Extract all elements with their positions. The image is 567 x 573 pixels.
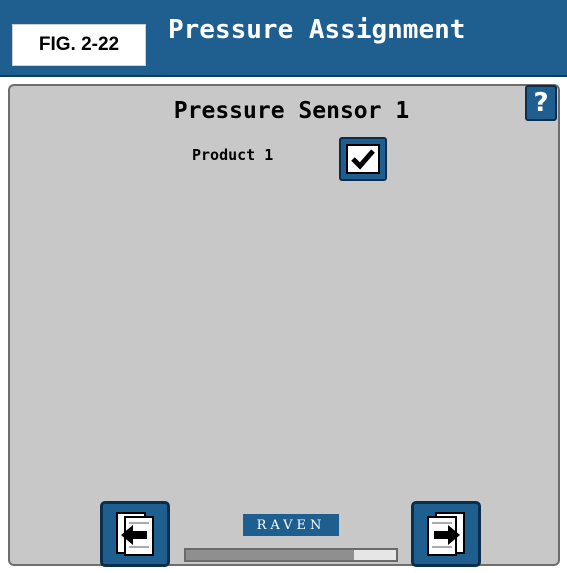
progress-bar [184,548,398,562]
product-label: Product 1 [192,146,274,164]
progress-fill [186,550,354,560]
figure-label: FIG. 2-22 [12,24,146,66]
content-panel [8,84,560,566]
sensor-title: Pressure Sensor 1 [173,98,410,124]
page-title: Pressure Assignment [168,15,466,45]
screen: Pressure Assignment FIG. 2-22 ? Pressure… [0,0,567,573]
page-back-icon [116,512,154,556]
next-button[interactable] [411,501,481,567]
checkbox-box [346,144,380,174]
product-checkbox[interactable] [339,137,387,181]
page-next-icon [427,512,465,556]
back-button[interactable] [100,501,170,567]
checkmark-icon [351,149,375,170]
brand-logo: RAVEN [243,514,339,536]
